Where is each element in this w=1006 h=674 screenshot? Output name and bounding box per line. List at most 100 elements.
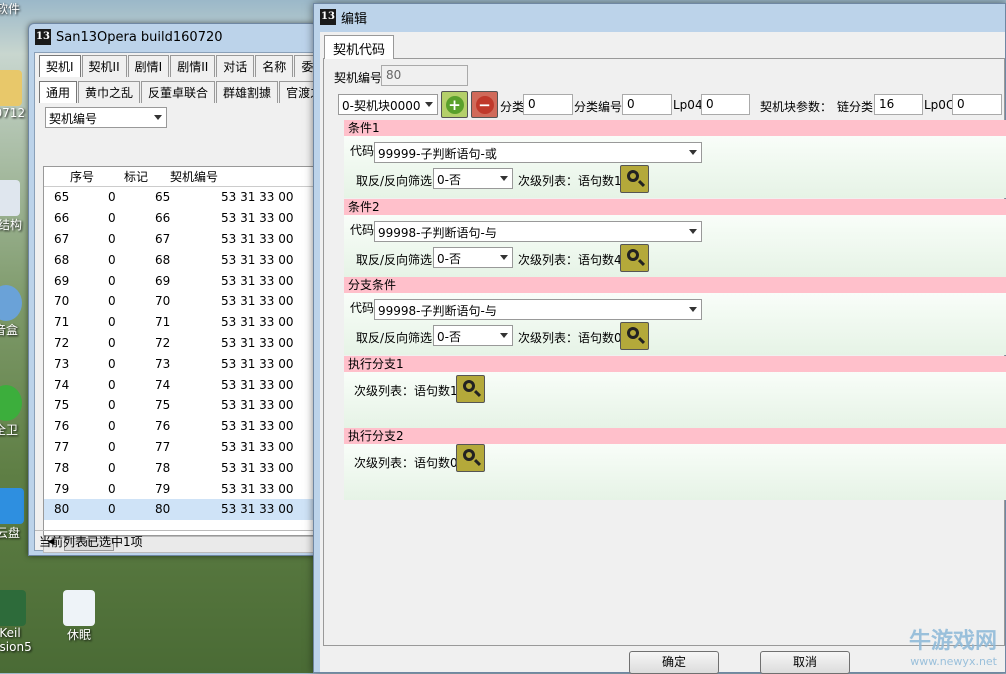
condition1-header: 条件1 (344, 120, 1006, 136)
branch-code-select[interactable]: 99998-子判断语句-与 (374, 299, 702, 320)
category-label: 分类 (500, 100, 525, 114)
list-header: 序号 标记 契机编号 (44, 167, 316, 187)
table-row[interactable]: 69 0 69 53 31 33 00 (44, 270, 316, 291)
cancel-button[interactable]: 取消 (760, 651, 850, 674)
row-seq: 77 (54, 439, 70, 454)
row-mark: 0 (108, 294, 116, 309)
tab-event2[interactable]: 契机II (81, 55, 127, 77)
remove-block-button[interactable]: − (471, 91, 498, 118)
tab-story1[interactable]: 剧情I (127, 55, 170, 77)
table-row[interactable]: 75 0 75 53 31 33 00 (44, 395, 316, 416)
table-row[interactable]: 77 0 77 53 31 33 00 (44, 437, 316, 458)
table-row[interactable]: 78 0 78 53 31 33 00 (44, 457, 316, 478)
lp0c-field[interactable]: 0 (952, 94, 1002, 115)
subtab-anti-dong[interactable]: 反董卓联合 (141, 81, 216, 103)
condition1-negate-select[interactable]: 0-否 (433, 168, 513, 189)
search-icon (627, 170, 639, 182)
watermark: 牛游戏网 www.newyx.net (908, 629, 997, 668)
edit-title-bar[interactable]: 13 编辑 (314, 4, 1005, 30)
table-row[interactable]: 73 0 73 53 31 33 00 (44, 353, 316, 374)
title-bar[interactable]: 13 San13Opera build160720 (29, 24, 317, 50)
cloud-icon (0, 488, 24, 524)
row-id: 75 (155, 398, 171, 413)
desktop-icon-sleep[interactable]: 休眠 (49, 590, 109, 643)
block-select[interactable]: 0-契机块0000 (338, 94, 438, 115)
category-no-field[interactable]: 0 (622, 94, 672, 115)
subtab-yellow-turban[interactable]: 黄巾之乱 (78, 81, 141, 103)
subtab-warlords[interactable]: 群雄割據 (216, 81, 279, 103)
main-tabs: 契机I 契机II 剧情I 剧情II 对话 名称 委托 (39, 55, 333, 77)
category-field[interactable]: 0 (523, 94, 573, 115)
chevron-down-icon (689, 229, 697, 234)
row-seq: 69 (54, 273, 70, 288)
edit-body: 契机代码 契机编号 80 0-契机块0000 + − 分类 0 分类编号 0 L… (320, 32, 1006, 674)
tab-event1[interactable]: 契机I (39, 55, 81, 77)
add-block-button[interactable]: + (441, 91, 468, 118)
table-row[interactable]: 66 0 66 53 31 33 00 (44, 208, 316, 229)
table-row[interactable]: 74 0 74 53 31 33 00 (44, 374, 316, 395)
filter-select[interactable]: 契机编号 (45, 107, 167, 128)
table-row[interactable]: 79 0 79 53 31 33 00 (44, 478, 316, 499)
search-icon (463, 380, 475, 392)
branch1-sublist-button[interactable] (456, 375, 485, 403)
chevron-down-icon (689, 307, 697, 312)
row-seq: 80 (54, 502, 70, 517)
subtab-common[interactable]: 通用 (39, 81, 78, 103)
condition1-sublist-button[interactable] (620, 165, 649, 193)
tab-story2[interactable]: 剧情II (170, 55, 216, 77)
branch-sublist-button[interactable] (620, 322, 649, 350)
row-id: 66 (155, 211, 171, 226)
desktop-icon-keil[interactable]: Keil Vision5 (0, 590, 40, 654)
row-mark: 0 (108, 356, 116, 371)
code-label: 代码 (350, 301, 375, 315)
col-mark[interactable]: 标记 (124, 168, 170, 185)
chain-category-field[interactable]: 16 (874, 94, 923, 115)
event-list[interactable]: 序号 标记 契机编号 65 0 65 53 31 33 00 66 0 66 53 31 33… (43, 166, 317, 536)
document-icon (0, 180, 20, 216)
row-seq: 66 (54, 211, 70, 226)
row-seq: 68 (54, 252, 70, 267)
condition1-section: 条件1 代码 99999-子判断语句-或 取反/反向筛选 0-否 次级列表：语句… (344, 120, 1006, 198)
category-no-label: 分类编号 (574, 100, 623, 114)
row-mark: 0 (108, 335, 116, 350)
row-hex: 53 31 33 00 (221, 294, 294, 309)
status-bar: 当前列表已选中1项 (35, 530, 316, 550)
row-id: 70 (155, 294, 171, 309)
row-hex: 53 31 33 00 (221, 273, 294, 288)
tab-dialog[interactable]: 对话 (216, 55, 255, 77)
table-row[interactable]: 71 0 71 53 31 33 00 (44, 312, 316, 333)
row-seq: 72 (54, 335, 70, 350)
row-id: 69 (155, 273, 171, 288)
condition2-sublist-button[interactable] (620, 244, 649, 272)
lp04-field[interactable]: 0 (701, 94, 750, 115)
row-mark: 0 (108, 211, 116, 226)
execute-branch1-header: 执行分支1 (344, 356, 1006, 372)
table-row[interactable]: 76 0 76 53 31 33 00 (44, 416, 316, 437)
table-row[interactable]: 70 0 70 53 31 33 00 (44, 291, 316, 312)
row-mark: 0 (108, 502, 116, 517)
row-hex: 53 31 33 00 (221, 211, 294, 226)
col-id[interactable]: 契机编号 (170, 168, 256, 185)
row-hex: 53 31 33 00 (221, 481, 294, 496)
chevron-down-icon (500, 333, 508, 338)
condition2-code-select[interactable]: 99998-子判断语句-与 (374, 221, 702, 242)
chain-category-label: 链分类 (837, 100, 874, 114)
tab-event-code[interactable]: 契机代码 (324, 35, 395, 59)
ok-button[interactable]: 确定 (629, 651, 719, 674)
col-seq[interactable]: 序号 (44, 168, 124, 185)
branch-negate-select[interactable]: 0-否 (433, 325, 513, 346)
condition2-negate-select[interactable]: 0-否 (433, 247, 513, 268)
table-row[interactable]: 80 0 80 53 31 33 00 (44, 498, 316, 520)
table-row[interactable]: 65 0 65 53 31 33 00 (44, 187, 316, 208)
sublist-label: 次级列表：语句数0 (518, 331, 622, 345)
table-row[interactable]: 67 0 67 53 31 33 00 (44, 229, 316, 250)
block-params-label: 契机块参数： (760, 100, 833, 114)
tab-name[interactable]: 名称 (255, 55, 294, 77)
row-id: 80 (155, 502, 171, 517)
table-row[interactable]: 68 0 68 53 31 33 00 (44, 249, 316, 270)
desktop-icon-software[interactable]: 软件 (0, 0, 38, 17)
condition1-code-select[interactable]: 99999-子判断语句-或 (374, 142, 702, 163)
branch2-sublist-button[interactable] (456, 444, 485, 472)
table-row[interactable]: 72 0 72 53 31 33 00 (44, 333, 316, 354)
execute-branch2-header: 执行分支2 (344, 428, 1006, 444)
